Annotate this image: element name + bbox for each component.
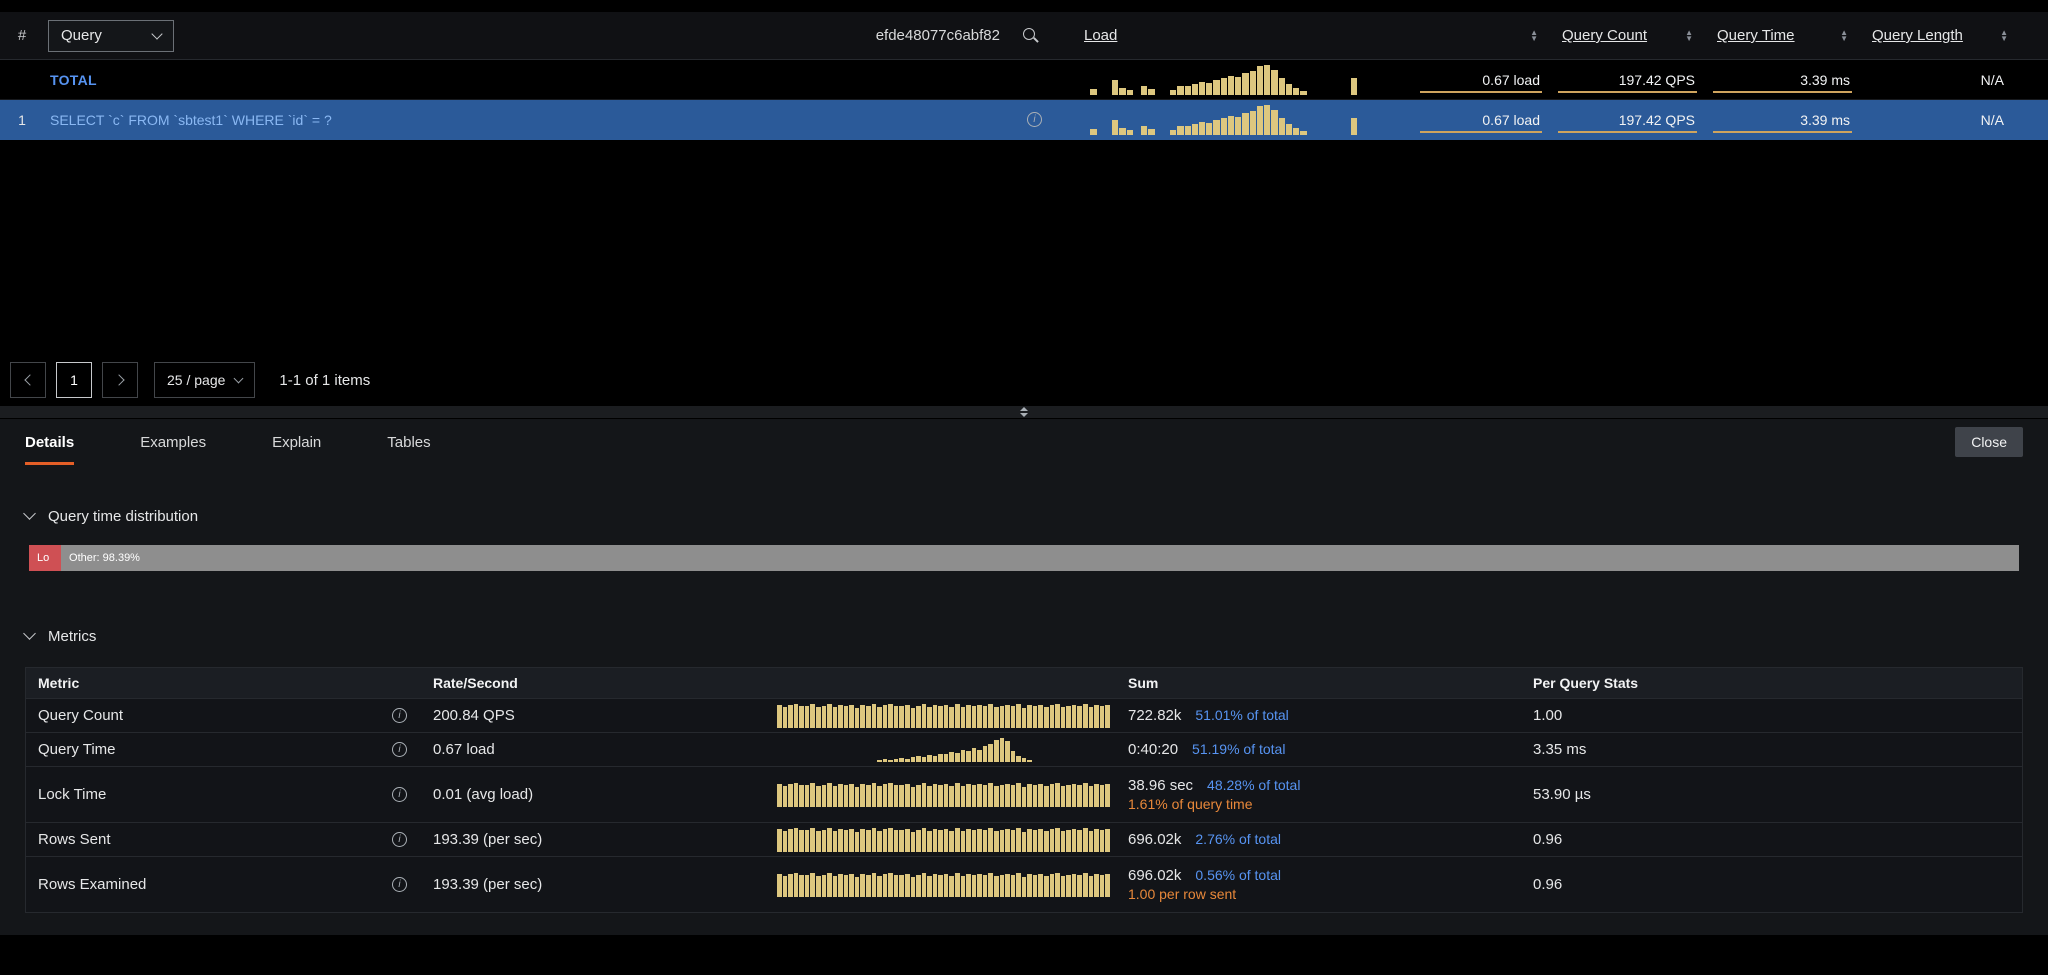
query-header-cell: Query efde48077c6abf82 <box>44 12 1072 59</box>
sort-icon[interactable] <box>1840 30 1848 42</box>
query-time-distribution-bar: Lo Other: 98.39% <box>29 545 2019 571</box>
page-number-button[interactable]: 1 <box>56 362 92 398</box>
info-icon[interactable]: i <box>1027 112 1042 127</box>
pct-of-total-link[interactable]: 51.01% of total <box>1195 707 1288 723</box>
tab-explain[interactable]: Explain <box>272 419 321 465</box>
section-query-time-distribution[interactable]: Query time distribution <box>25 501 2023 531</box>
qan-query-analytics: # Query efde48077c6abf82 Load Query Coun… <box>0 0 2048 975</box>
items-range-label: 1-1 of 1 items <box>279 372 370 389</box>
query-length-value: N/A <box>1860 100 2048 139</box>
footer-strip <box>0 935 2048 975</box>
table-row-total[interactable]: TOTAL 0.67 load 197.42 QPS 3.39 ms N/A <box>0 60 2048 100</box>
info-icon[interactable]: i <box>392 742 407 757</box>
sort-icon[interactable] <box>1685 30 1693 42</box>
metric-sparkline[interactable] <box>771 704 1116 728</box>
col-sum: Sum <box>1116 675 1521 691</box>
column-header-query-count[interactable]: Query Count <box>1550 12 1705 59</box>
total-cell: TOTAL <box>44 60 1072 99</box>
details-panel: Details Examples Explain Tables Close Qu… <box>0 419 2048 935</box>
load-sparkline[interactable] <box>1072 65 1412 95</box>
panel-resize-handle[interactable] <box>0 405 2048 419</box>
metric-sparkline[interactable] <box>771 783 1116 807</box>
metric-row-lock-time: Lock Timei 0.01 (avg load) 38.96 sec48.2… <box>26 766 2022 822</box>
info-icon[interactable]: i <box>392 877 407 892</box>
pct-of-total-link[interactable]: 2.76% of total <box>1195 831 1281 847</box>
tab-tables[interactable]: Tables <box>387 419 430 465</box>
value-bar <box>1420 91 1542 93</box>
resize-arrows-icon <box>1020 407 1028 417</box>
metric-row-rows-examined: Rows Examinedi 193.39 (per sec) 696.02k0… <box>26 856 2022 912</box>
query-length-value: N/A <box>1860 60 2048 99</box>
chevron-down-icon <box>23 507 36 520</box>
top-strip <box>0 0 2048 12</box>
table-empty-area <box>0 140 2048 355</box>
load-value: 0.67 load <box>1412 100 1550 139</box>
metrics-table: Metric Rate/Second Sum Per Query Stats Q… <box>25 667 2023 913</box>
next-page-button[interactable] <box>102 362 138 398</box>
tab-examples[interactable]: Examples <box>140 419 206 465</box>
pct-of-total-link[interactable]: 0.56% of total <box>1195 867 1281 883</box>
info-icon[interactable]: i <box>392 832 407 847</box>
metric-sparkline[interactable] <box>771 828 1116 852</box>
chevron-left-icon <box>24 374 35 385</box>
query-cell[interactable]: SELECT `c` FROM `sbtest1` WHERE `id` = ?… <box>44 100 1072 139</box>
dimension-dropdown-value: Query <box>61 27 102 44</box>
chevron-down-icon <box>234 373 244 383</box>
value-bar <box>1420 131 1542 133</box>
info-icon[interactable]: i <box>392 708 407 723</box>
per-row-sent: 1.00 per row sent <box>1128 886 1509 902</box>
column-header-load[interactable]: Load <box>1072 12 1550 59</box>
metric-row-rows-sent: Rows Senti 193.39 (per sec) 696.02k2.76%… <box>26 822 2022 856</box>
pagination: 1 25 / page 1-1 of 1 items <box>0 355 2048 405</box>
page-size-dropdown[interactable]: 25 / page <box>154 362 255 398</box>
metric-row-query-count: Query Counti 200.84 QPS 722.82k51.01% of… <box>26 698 2022 732</box>
table-row-query-1[interactable]: 1 SELECT `c` FROM `sbtest1` WHERE `id` =… <box>0 100 2048 140</box>
query-count-value: 197.42 QPS <box>1550 100 1705 139</box>
section-metrics[interactable]: Metrics <box>25 621 2023 651</box>
column-header-query-time[interactable]: Query Time <box>1705 12 1860 59</box>
pct-of-total-link[interactable]: 48.28% of total <box>1207 777 1300 793</box>
query-fingerprint: SELECT `c` FROM `sbtest1` WHERE `id` = ? <box>44 112 332 128</box>
metric-sparkline[interactable] <box>771 738 1116 762</box>
load-sparkline[interactable] <box>1072 105 1412 135</box>
query-time-value: 3.39 ms <box>1705 100 1860 139</box>
chevron-down-icon <box>151 28 162 39</box>
query-count-value: 197.42 QPS <box>1550 60 1705 99</box>
info-icon[interactable]: i <box>392 787 407 802</box>
details-tabs: Details Examples Explain Tables Close <box>0 419 2048 465</box>
query-time-value: 3.39 ms <box>1705 60 1860 99</box>
pct-of-query-time: 1.61% of query time <box>1128 796 1509 812</box>
query-checksum: efde48077c6abf82 <box>876 27 1000 44</box>
total-label: TOTAL <box>44 72 97 88</box>
col-metric: Metric <box>26 675 421 691</box>
column-header-query-length[interactable]: Query Length <box>1860 12 2048 59</box>
tab-details[interactable]: Details <box>25 419 74 465</box>
metrics-table-header: Metric Rate/Second Sum Per Query Stats <box>26 668 2022 698</box>
col-per-query-stats: Per Query Stats <box>1521 675 2022 691</box>
metric-sparkline[interactable] <box>771 873 1116 897</box>
col-rate: Rate/Second <box>421 675 771 691</box>
pct-of-total-link[interactable]: 51.19% of total <box>1192 741 1285 757</box>
row-number: 1 <box>0 112 44 128</box>
chevron-right-icon <box>113 374 124 385</box>
chevron-down-icon <box>23 627 36 640</box>
dimension-dropdown[interactable]: Query <box>48 20 174 52</box>
load-value: 0.67 load <box>1412 60 1550 99</box>
overview-table-header: # Query efde48077c6abf82 Load Query Coun… <box>0 12 2048 60</box>
value-bar <box>1713 131 1852 133</box>
prev-page-button[interactable] <box>10 362 46 398</box>
value-bar <box>1713 91 1852 93</box>
distribution-segment-other[interactable]: Other: 98.39% <box>61 545 2019 571</box>
sort-icon[interactable] <box>1530 30 1538 42</box>
sort-icon[interactable] <box>2000 30 2008 42</box>
column-header-number: # <box>0 27 44 44</box>
value-bar <box>1558 91 1697 93</box>
value-bar <box>1558 131 1697 133</box>
close-button[interactable]: Close <box>1955 427 2023 457</box>
search-icon[interactable] <box>1022 27 1040 45</box>
distribution-segment-lock-time[interactable]: Lo <box>29 545 61 571</box>
metric-row-query-time: Query Timei 0.67 load 0:40:2051.19% of t… <box>26 732 2022 766</box>
